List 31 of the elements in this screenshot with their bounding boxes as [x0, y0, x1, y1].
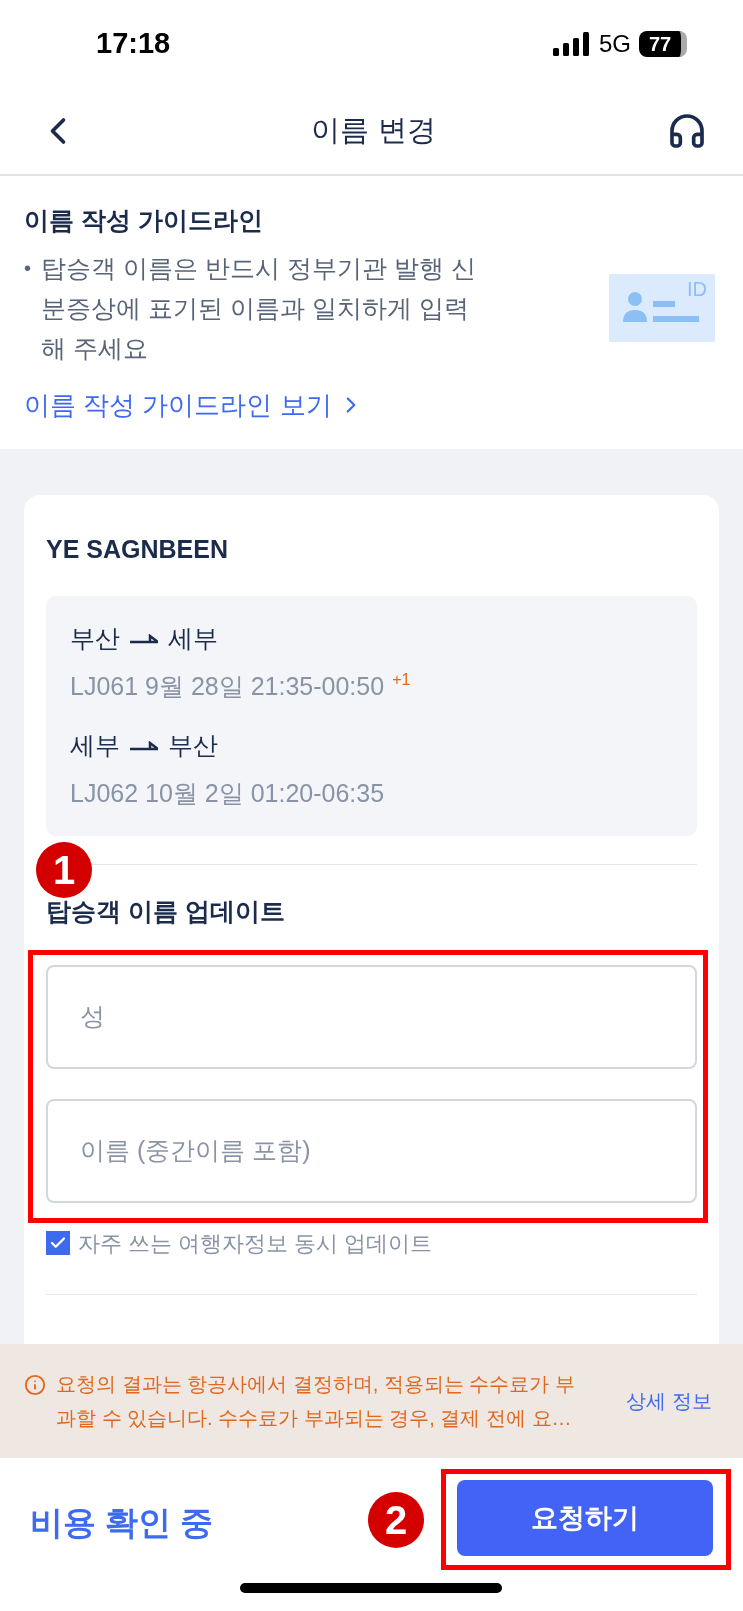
- name-input-field[interactable]: 이름 (중간이름 포함): [46, 1098, 697, 1203]
- id-card-icon: [609, 273, 715, 342]
- battery-icon: 77: [639, 31, 687, 57]
- route-destination: 세부: [168, 623, 218, 654]
- bullet: •: [24, 255, 31, 281]
- checkbox[interactable]: [46, 1231, 70, 1255]
- signal-icon: [553, 32, 591, 56]
- page-title: 이름 변경: [311, 113, 436, 149]
- passenger-name: YE SAGNBEEN: [46, 533, 229, 565]
- guideline-title: 이름 작성 가이드라인: [24, 205, 264, 236]
- route-destination: 부산: [168, 730, 218, 761]
- annotation-badge: 2: [368, 1492, 424, 1548]
- day-offset: +1: [392, 669, 411, 690]
- headset-icon[interactable]: [667, 111, 707, 151]
- flight-detail: LJ062 10월 2일 01:20-06:35: [70, 777, 385, 809]
- guideline-link[interactable]: 이름 작성 가이드라인 보기: [24, 385, 719, 425]
- notice-text: 요청의 결과는 항공사에서 결정하며, 적용되는 수수료가 부과할 수 있습니다. 수수료가 부과되는 경우, 결제 전에 요…: [56, 1372, 576, 1431]
- route-origin: 부산: [70, 623, 120, 654]
- id-label: ID: [687, 276, 707, 302]
- info-icon: [24, 1374, 46, 1396]
- cost-status: 비용 확인 중: [30, 1503, 214, 1543]
- status-time: 17:18: [96, 26, 171, 62]
- details-link[interactable]: 상세 정보: [626, 1386, 712, 1416]
- checkbox-label: 자주 쓰는 여행자정보 동시 업데이트: [78, 1229, 433, 1258]
- guideline-text: 탑승객 이름은 반드시 정부기관 발행 신분증상에 표기된 이름과 일치하게 입력해 주세요: [41, 252, 477, 364]
- name-input-field[interactable]: 성: [46, 964, 697, 1069]
- network-label: 5G: [599, 29, 631, 59]
- section-title: 탑승객 이름 업데이트: [46, 896, 286, 927]
- request-button[interactable]: 요청하기: [457, 1480, 713, 1556]
- route-origin: 세부: [70, 730, 120, 761]
- flight-detail: LJ061 9월 28일 21:35-00:50: [70, 670, 385, 702]
